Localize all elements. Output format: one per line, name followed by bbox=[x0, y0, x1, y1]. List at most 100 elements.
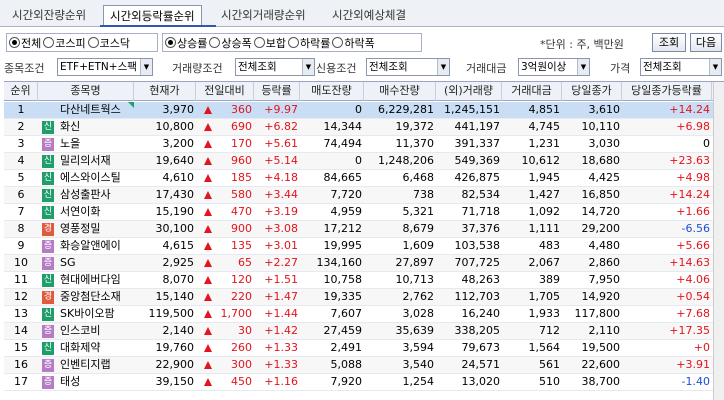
market-radio-kospi[interactable]: 코스피 bbox=[43, 35, 86, 51]
next-button[interactable]: 다음 bbox=[690, 33, 722, 52]
stock-name[interactable]: 화승알앤에이 bbox=[60, 239, 121, 252]
stock-name[interactable]: 인벤티지랩 bbox=[60, 358, 111, 371]
change-cell: 120 bbox=[196, 272, 254, 289]
sell-cell: 14,344 bbox=[323, 120, 363, 133]
amount-cell: 1,564 bbox=[528, 341, 561, 354]
table-row[interactable]: 7 서연이화 15,190 470 +3.19 4,959 5,321 71,718 1,092… bbox=[4, 204, 724, 221]
stock-name[interactable]: 서연이화 bbox=[60, 205, 100, 218]
direction-radio-rise-amount[interactable]: 상승폭 bbox=[209, 35, 252, 51]
change-value: 470 bbox=[231, 205, 252, 218]
table-row[interactable]: 3 노을 3,200 170 +5.61 74,494 11,370 391,337 1,231… bbox=[4, 136, 724, 153]
price-select[interactable]: 전체조회 ▼ bbox=[640, 58, 722, 76]
stock-name[interactable]: 현대에버다임 bbox=[60, 273, 121, 286]
table-row[interactable]: 9 화승알앤에이 4,615 135 +3.01 19,995 1,609 103,538 48… bbox=[4, 238, 724, 255]
table-row[interactable]: 14 인스코비 2,140 30 +1.42 27,459 35,639 338,205 712… bbox=[4, 323, 724, 340]
table-row[interactable]: 11 현대에버다임 8,070 120 +1.51 10,758 10,713 48,263 3… bbox=[4, 272, 724, 289]
rank-cell: 13 bbox=[14, 307, 28, 320]
change-cell: 65 bbox=[196, 255, 254, 272]
table-row[interactable]: 10 SG 2,925 65 +2.27 134,160 27,897 707,725 2,06… bbox=[4, 255, 724, 272]
table-row[interactable]: 17 태성 39,150 450 +1.16 7,920 1,254 13,020 510 38,… bbox=[4, 374, 724, 391]
buy-cell: 27,897 bbox=[395, 256, 435, 269]
price-cell: 10,800 bbox=[155, 120, 195, 133]
table-row[interactable]: 15 대화제약 19,760 260 +1.33 2,491 3,594 79,673 1,56… bbox=[4, 340, 724, 357]
table-row[interactable]: 16 인벤티지랩 22,900 300 +1.33 5,088 3,540 24,571 561… bbox=[4, 357, 724, 374]
direction-radio-flat[interactable]: 보합 bbox=[253, 35, 286, 51]
stock-name[interactable]: 화신 bbox=[60, 120, 80, 133]
stock-condition-select[interactable]: ETF+ETN+스팩 제! ▼ bbox=[57, 58, 153, 76]
amount-cell: 1,092 bbox=[528, 205, 561, 218]
table-row[interactable]: 1 다산네트웍스 3,970 360 +9.97 0 6,229,281 1,245,151 4… bbox=[4, 102, 724, 119]
rate-cell: +1.47 bbox=[264, 290, 298, 303]
table-row[interactable]: 8 영풍정밀 30,100 900 +3.08 17,212 8,679 37,376 1,11… bbox=[4, 221, 724, 238]
stock-name[interactable]: 노을 bbox=[60, 137, 80, 150]
rate-cell: +1.51 bbox=[264, 273, 298, 286]
stock-status-badge: 증 bbox=[42, 359, 54, 372]
vertical-scrollbar[interactable] bbox=[713, 82, 724, 400]
column-header[interactable]: 거래대금 bbox=[502, 82, 562, 101]
change-value: 120 bbox=[231, 273, 252, 286]
stock-name[interactable]: 밀리의서재 bbox=[60, 154, 111, 167]
volume-cell: 707,725 bbox=[454, 256, 501, 269]
volume-cell: 13,020 bbox=[461, 375, 501, 388]
stock-status-badge: 경 bbox=[42, 291, 54, 304]
stock-name[interactable]: 다산네트웍스 bbox=[60, 103, 121, 116]
direction-radio-fall-rate[interactable]: 하락률 bbox=[288, 35, 330, 51]
change-value: 135 bbox=[231, 239, 252, 252]
stock-name[interactable]: 인스코비 bbox=[60, 324, 100, 337]
table-row[interactable]: 6 삼성출판사 17,430 580 +3.44 7,720 738 82,534 1,427 1… bbox=[4, 187, 724, 204]
column-header[interactable]: 매수잔량 bbox=[364, 82, 436, 101]
column-header[interactable]: 매도잔량 bbox=[300, 82, 364, 101]
volume-condition-select[interactable]: 전체조회 ▼ bbox=[235, 58, 315, 76]
direction-radio-fall-amount[interactable]: 하락폭 bbox=[332, 35, 375, 51]
table-row[interactable]: 12 중앙첨단소재 15,140 220 +1.47 19,335 2,762 112,703… bbox=[4, 289, 724, 306]
column-header[interactable]: 종목명 bbox=[38, 82, 134, 101]
amount-cell: 2,067 bbox=[528, 256, 561, 269]
tab-afterhours-expected-execution[interactable]: 시간외예상체결 bbox=[326, 5, 412, 27]
volume-cell: 37,376 bbox=[461, 222, 501, 235]
select-value: 전체조회 bbox=[369, 61, 408, 73]
price-cell: 4,610 bbox=[162, 171, 195, 184]
table-row[interactable]: 4 밀리의서재 19,640 960 +5.14 0 1,248,206 549,369 10,… bbox=[4, 153, 724, 170]
credit-condition-select[interactable]: 전체조회 ▼ bbox=[366, 58, 450, 76]
stock-name[interactable]: 중앙첨단소재 bbox=[60, 290, 121, 303]
table-row[interactable]: 5 에스와이스틸 4,610 185 +4.18 84,665 6,468 426,875 1,… bbox=[4, 170, 724, 187]
column-header[interactable]: 등락률 bbox=[254, 82, 300, 101]
market-radio-all[interactable]: 전체 bbox=[9, 35, 41, 51]
stock-name[interactable]: SG bbox=[60, 256, 76, 269]
up-triangle-icon bbox=[204, 123, 212, 131]
buy-cell: 10,713 bbox=[395, 273, 435, 286]
column-header[interactable]: 순위 bbox=[4, 82, 38, 101]
filter-row: 종목조건 ETF+ETN+스팩 제! ▼ 거래량조건 전체조회 ▼ 신용조건 전체조… bbox=[0, 56, 724, 78]
stock-name[interactable]: SK바이오팜 bbox=[60, 307, 115, 320]
close-cell: 7,950 bbox=[588, 273, 621, 286]
column-header[interactable]: 당일종가등락률 bbox=[622, 82, 712, 101]
table-row[interactable]: 13 SK바이오팜 119,500 1,700 +1.44 7,607 3,028 16,24… bbox=[4, 306, 724, 323]
stock-name[interactable]: 영풍정밀 bbox=[60, 222, 100, 235]
trade-amount-label: 거래대금 bbox=[466, 62, 507, 75]
table-row[interactable]: 2 화신 10,800 690 +6.82 14,344 19,372 441,197 4,74… bbox=[4, 119, 724, 136]
stock-name[interactable]: 삼성출판사 bbox=[60, 188, 111, 201]
stock-name[interactable]: 에스와이스틸 bbox=[60, 171, 121, 184]
direction-radio-rise-rate[interactable]: 상승률 bbox=[165, 35, 207, 51]
stock-name[interactable]: 태성 bbox=[60, 375, 80, 388]
tab-afterhours-change-rate-rank[interactable]: 시간외등락률순위 bbox=[103, 5, 202, 27]
sell-cell: 0 bbox=[355, 154, 362, 167]
query-button[interactable]: 조회 bbox=[652, 33, 686, 52]
close-rate-cell: +23.63 bbox=[669, 154, 710, 167]
up-triangle-icon bbox=[204, 378, 212, 386]
amount-cell: 1,945 bbox=[528, 171, 561, 184]
market-radio-kosdaq[interactable]: 코스닥 bbox=[87, 35, 130, 51]
rank-cell: 15 bbox=[14, 341, 28, 354]
tab-afterhours-volume-rank[interactable]: 시간외거래량순위 bbox=[215, 5, 312, 27]
sell-cell: 4,959 bbox=[330, 205, 363, 218]
column-header[interactable]: 당일종가 bbox=[562, 82, 622, 101]
tab-afterhours-balance-rank[interactable]: 시간외잔량순위 bbox=[6, 5, 92, 27]
column-header[interactable]: 전일대비 bbox=[196, 82, 254, 101]
radio-dot bbox=[288, 37, 299, 48]
column-header[interactable]: (외)거래량 bbox=[436, 82, 502, 101]
trade-amount-select[interactable]: 3억원이상 ▼ bbox=[518, 58, 590, 76]
up-triangle-icon bbox=[204, 106, 212, 114]
column-header[interactable]: 현재가 bbox=[134, 82, 196, 101]
price-cell: 17,430 bbox=[155, 188, 195, 201]
stock-name[interactable]: 대화제약 bbox=[60, 341, 100, 354]
